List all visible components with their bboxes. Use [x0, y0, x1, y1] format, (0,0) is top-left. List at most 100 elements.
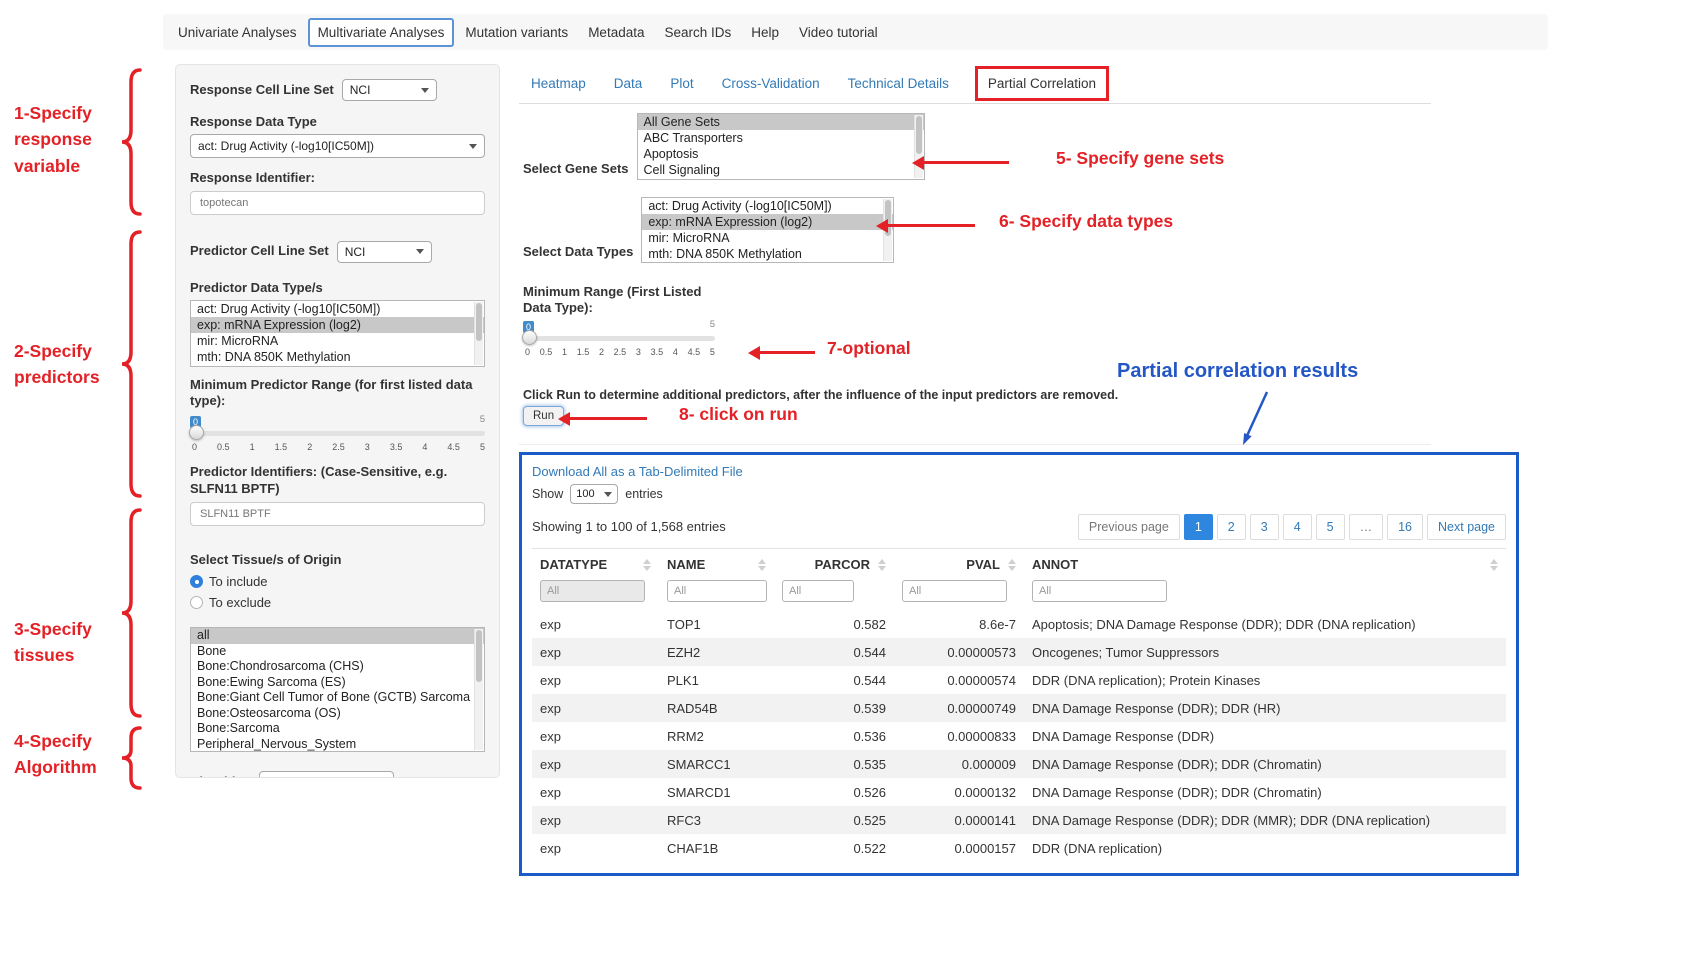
- sort-icon[interactable]: [878, 559, 886, 571]
- scrollbar-thumb[interactable]: [476, 630, 482, 682]
- filter-name-input[interactable]: [667, 580, 767, 602]
- cell-pval: 0.0000157: [894, 841, 1024, 856]
- filter-datatype-input[interactable]: [540, 580, 645, 602]
- listbox-option[interactable]: Peripheral_Nervous_System: [191, 737, 484, 753]
- page-button[interactable]: 4: [1283, 514, 1312, 540]
- gene-sets-listbox[interactable]: All Gene SetsABC TransportersApoptosisCe…: [637, 113, 925, 180]
- listbox-option[interactable]: mth: DNA 850K Methylation: [191, 349, 484, 365]
- algorithm-select[interactable]: Linear Regression: [259, 771, 394, 778]
- nav-item[interactable]: Help: [742, 19, 788, 46]
- download-link[interactable]: Download All as a Tab-Delimited File: [532, 464, 743, 479]
- predictor-identifiers-label: Predictor Identifiers: (Case-Sensitive, …: [190, 464, 485, 497]
- column-header-annot[interactable]: ANNOT: [1024, 549, 1506, 578]
- listbox-option[interactable]: exp: mRNA Expression (log2): [191, 317, 484, 333]
- table-row[interactable]: exp SMARCC1 0.535 0.000009 DNA Damage Re…: [532, 750, 1506, 778]
- filter-annot-input[interactable]: [1032, 580, 1167, 602]
- slider-handle[interactable]: [189, 425, 204, 440]
- scrollbar[interactable]: [474, 302, 483, 365]
- response-cell-line-set-select[interactable]: NCI: [342, 79, 437, 101]
- nav-item[interactable]: Univariate Analyses: [169, 19, 306, 46]
- listbox-option[interactable]: All Gene Sets: [638, 114, 924, 130]
- to-include-radio[interactable]: [190, 575, 203, 588]
- nav-item[interactable]: Metadata: [579, 19, 653, 46]
- listbox-option[interactable]: mir: MicroRNA: [642, 230, 893, 246]
- tab[interactable]: Technical Details: [836, 68, 961, 99]
- table-row[interactable]: exp RFC3 0.525 0.0000141 DNA Damage Resp…: [532, 806, 1506, 834]
- slider-handle[interactable]: [522, 330, 537, 345]
- response-data-type-select[interactable]: act: Drug Activity (-log10[IC50M]): [190, 134, 485, 158]
- scrollbar[interactable]: [474, 629, 483, 750]
- sort-icon[interactable]: [758, 559, 766, 571]
- tab[interactable]: Cross-Validation: [710, 68, 832, 99]
- annotation-label-response: 1-Specify response variable: [14, 100, 114, 179]
- sort-icon[interactable]: [643, 559, 651, 571]
- listbox-option[interactable]: mth: DNA 850K Methylation: [642, 246, 893, 262]
- sort-icon[interactable]: [1490, 559, 1498, 571]
- predictor-data-types-listbox[interactable]: act: Drug Activity (-log10[IC50M])exp: m…: [190, 300, 485, 367]
- tab[interactable]: Data: [602, 68, 655, 99]
- table-row[interactable]: exp PLK1 0.544 0.00000574 DDR (DNA repli…: [532, 666, 1506, 694]
- column-header-datatype[interactable]: DATATYPE: [532, 549, 659, 578]
- listbox-option[interactable]: Bone:Chondrosarcoma (CHS): [191, 659, 484, 675]
- tab[interactable]: Heatmap: [519, 68, 598, 99]
- nav-item[interactable]: Video tutorial: [790, 19, 887, 46]
- tissue-listbox[interactable]: allBoneBone:Chondrosarcoma (CHS)Bone:Ewi…: [190, 627, 485, 752]
- annotation-label-predictors: 2-Specify predictors: [14, 338, 110, 391]
- tab[interactable]: Plot: [658, 68, 705, 99]
- page-button[interactable]: 1: [1184, 514, 1213, 540]
- table-row[interactable]: exp TOP1 0.582 8.6e-7 Apoptosis; DNA Dam…: [532, 610, 1506, 638]
- listbox-option[interactable]: all: [191, 628, 484, 644]
- page-button[interactable]: 16: [1387, 514, 1423, 540]
- tab[interactable]: Partial Correlation: [975, 66, 1109, 101]
- cell-name: TOP1: [659, 617, 774, 632]
- table-row[interactable]: exp EZH2 0.544 0.00000573 Oncogenes; Tum…: [532, 638, 1506, 666]
- table-row[interactable]: exp RRM2 0.536 0.00000833 DNA Damage Res…: [532, 722, 1506, 750]
- scrollbar-thumb[interactable]: [916, 116, 922, 154]
- listbox-option[interactable]: Bone:Osteosarcoma (OS): [191, 706, 484, 722]
- filter-parcor-input[interactable]: [782, 580, 854, 602]
- slider-track[interactable]: [523, 336, 715, 341]
- table-row[interactable]: exp SMARCD1 0.526 0.0000132 DNA Damage R…: [532, 778, 1506, 806]
- annotation-gene-sets: 5- Specify gene sets: [1056, 148, 1224, 169]
- listbox-option[interactable]: Bone: [191, 644, 484, 660]
- page-button[interactable]: Next page: [1427, 514, 1506, 540]
- table-row[interactable]: exp CHAF1B 0.522 0.0000157 DDR (DNA repl…: [532, 834, 1506, 862]
- listbox-option[interactable]: Bone:Ewing Sarcoma (ES): [191, 675, 484, 691]
- column-header-parcor[interactable]: PARCOR: [774, 549, 894, 578]
- nav-item[interactable]: Multivariate Analyses: [308, 18, 455, 47]
- page-button[interactable]: 3: [1250, 514, 1279, 540]
- listbox-option[interactable]: Cell Signaling: [638, 162, 924, 178]
- column-header-name[interactable]: NAME: [659, 549, 774, 578]
- page-button[interactable]: Previous page: [1078, 514, 1180, 540]
- data-types-listbox[interactable]: act: Drug Activity (-log10[IC50M])exp: m…: [641, 197, 894, 263]
- response-cell-line-set-label: Response Cell Line Set: [190, 82, 334, 98]
- listbox-option[interactable]: ABC Transporters: [638, 130, 924, 146]
- to-exclude-radio[interactable]: [190, 596, 203, 609]
- page-button[interactable]: …: [1349, 514, 1384, 540]
- column-header-pval[interactable]: PVAL: [894, 549, 1024, 578]
- cell-annot: Oncogenes; Tumor Suppressors: [1024, 645, 1506, 660]
- slider-track[interactable]: [190, 431, 485, 436]
- listbox-option[interactable]: act: Drug Activity (-log10[IC50M]): [642, 198, 893, 214]
- table-row[interactable]: exp RAD54B 0.539 0.00000749 DNA Damage R…: [532, 694, 1506, 722]
- sort-icon[interactable]: [1008, 559, 1016, 571]
- predictor-identifiers-input[interactable]: [190, 502, 485, 526]
- control-panel: Response Cell Line Set NCI Response Data…: [175, 64, 500, 778]
- listbox-option[interactable]: mir: MicroRNA: [191, 333, 484, 349]
- listbox-option[interactable]: act: Drug Activity (-log10[IC50M]): [191, 301, 484, 317]
- filter-pval-input[interactable]: [902, 580, 1007, 602]
- nav-item[interactable]: Search IDs: [655, 19, 740, 46]
- predictor-cell-line-set-select[interactable]: NCI: [337, 241, 432, 263]
- min-predictor-range-slider[interactable]: 5 0 00.511.522.533.544.55: [190, 417, 485, 455]
- page-button[interactable]: 5: [1316, 514, 1345, 540]
- min-range-slider[interactable]: 5 0 00.511.522.533.544.55: [523, 322, 715, 360]
- listbox-option[interactable]: Bone:Sarcoma: [191, 721, 484, 737]
- nav-item[interactable]: Mutation variants: [456, 19, 577, 46]
- page-button[interactable]: 2: [1217, 514, 1246, 540]
- listbox-option[interactable]: exp: mRNA Expression (log2): [642, 214, 893, 230]
- listbox-option[interactable]: Bone:Giant Cell Tumor of Bone (GCTB) Sar…: [191, 690, 484, 706]
- listbox-option[interactable]: Apoptosis: [638, 146, 924, 162]
- scrollbar-thumb[interactable]: [476, 303, 482, 341]
- response-identifier-input[interactable]: [190, 191, 485, 215]
- show-entries-select[interactable]: 100: [570, 484, 618, 504]
